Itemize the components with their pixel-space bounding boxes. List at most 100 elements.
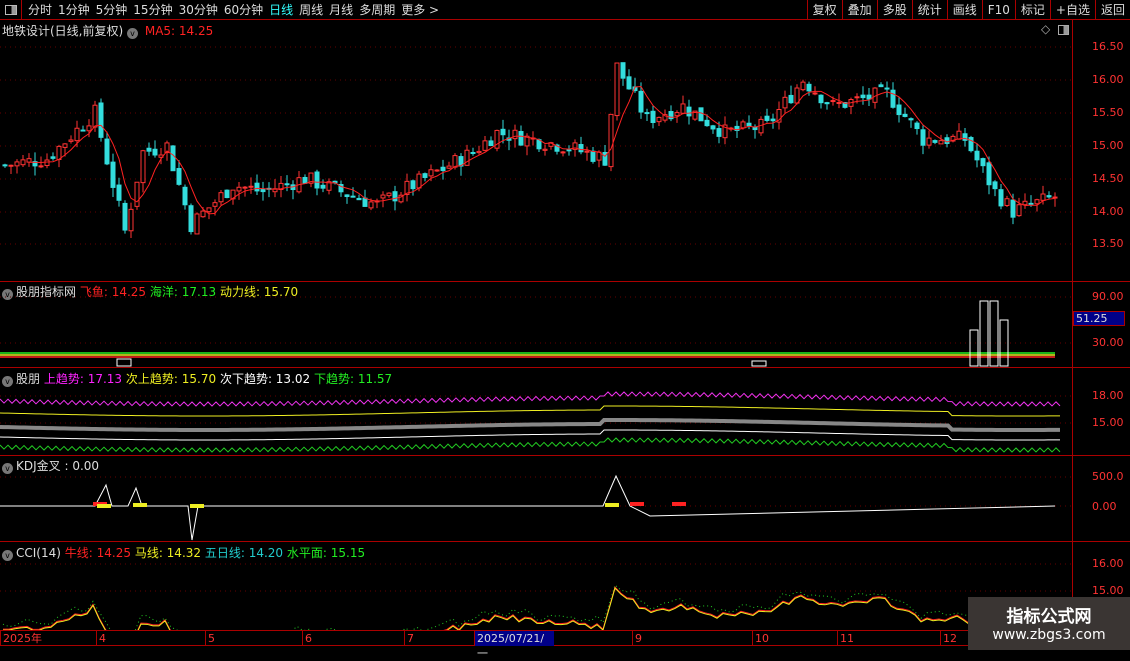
candle (440, 166, 446, 172)
time-label: 5 (205, 631, 215, 646)
candle (110, 161, 116, 188)
candle (590, 150, 596, 162)
candle (1022, 200, 1028, 206)
candle (680, 103, 686, 114)
candle (386, 192, 392, 197)
candle (8, 164, 14, 167)
time-label: 12 (940, 631, 957, 646)
axis-label: 13.50 (1092, 237, 1124, 250)
signal-bar (672, 502, 686, 506)
candle (932, 140, 938, 143)
candle (926, 137, 932, 146)
candle (254, 182, 260, 192)
candle (656, 116, 662, 123)
trend-line (0, 391, 1061, 407)
candle (116, 184, 122, 201)
candle (170, 145, 176, 172)
candle (686, 106, 692, 117)
candle (188, 205, 194, 233)
candle (20, 159, 26, 166)
axis-label: 15.00 (1092, 584, 1124, 597)
candle (236, 186, 242, 192)
candle (50, 156, 56, 159)
candle (860, 94, 866, 99)
candle (98, 102, 104, 138)
candle (218, 192, 224, 203)
chart-canvas[interactable] (0, 0, 1072, 630)
candle (350, 195, 356, 198)
candle (1040, 193, 1046, 201)
candle (974, 150, 980, 161)
candle (902, 113, 908, 117)
candle (800, 81, 806, 91)
candle (452, 155, 458, 168)
watermark: 指标公式网 www.zbgs3.com (968, 597, 1130, 650)
time-label: 10 (752, 631, 769, 646)
candle (80, 129, 86, 132)
candle (248, 185, 254, 188)
axis-label: 14.50 (1092, 172, 1124, 185)
toolbar-button[interactable]: 返回 (1094, 0, 1130, 20)
candle (710, 125, 716, 130)
candle (1034, 199, 1040, 205)
candle (1004, 198, 1010, 206)
candle (956, 130, 962, 140)
candle (1016, 204, 1022, 217)
candle (638, 90, 644, 113)
candle (134, 181, 140, 207)
candle (752, 126, 758, 131)
indicator-bar (999, 319, 1009, 367)
candle (194, 213, 200, 235)
candle (584, 150, 590, 153)
candle (626, 76, 632, 90)
candle (980, 158, 986, 167)
candle (578, 144, 584, 153)
candle (944, 137, 950, 144)
candle (314, 171, 320, 189)
candle (500, 128, 506, 136)
candle (908, 118, 914, 121)
candle (260, 189, 266, 193)
candle (716, 128, 722, 137)
cursor-value: 51.25 (1073, 311, 1125, 326)
candle (422, 173, 428, 178)
axis-label: 16.00 (1092, 73, 1124, 86)
candle (14, 161, 20, 167)
indicator-bar (969, 329, 979, 367)
candle (764, 115, 770, 121)
candle (416, 173, 422, 189)
candle (38, 165, 44, 168)
candle (824, 102, 830, 105)
candle (182, 186, 188, 206)
time-label: 2025/07/21/一 (474, 631, 554, 660)
candle (1028, 202, 1034, 205)
time-axis: 2025年 4 5 6 7 2025/07/21/一 9 10 11 12 (0, 630, 1130, 660)
candle (320, 184, 326, 189)
candle (380, 194, 386, 199)
candle (650, 110, 656, 123)
candle (518, 131, 524, 146)
axis-label: 16.00 (1092, 557, 1124, 570)
candle (542, 148, 548, 151)
time-label: 4 (96, 631, 106, 646)
axis-label: 15.50 (1092, 106, 1124, 119)
candle (704, 119, 710, 127)
signal-bar (605, 503, 619, 507)
candle (740, 121, 746, 129)
candle (224, 189, 230, 199)
candle (782, 96, 788, 109)
candle (896, 104, 902, 116)
trend-line (0, 405, 1061, 417)
axis-label: 500.0 (1092, 470, 1124, 483)
candle (812, 92, 818, 95)
candle (620, 62, 626, 79)
candle (242, 186, 248, 189)
candle (392, 191, 398, 202)
candle (176, 168, 182, 185)
candle (470, 151, 476, 154)
candle (362, 197, 368, 207)
candle (428, 169, 434, 177)
candle (1010, 199, 1016, 218)
signal-bar (97, 504, 111, 508)
time-label: 6 (302, 631, 312, 646)
